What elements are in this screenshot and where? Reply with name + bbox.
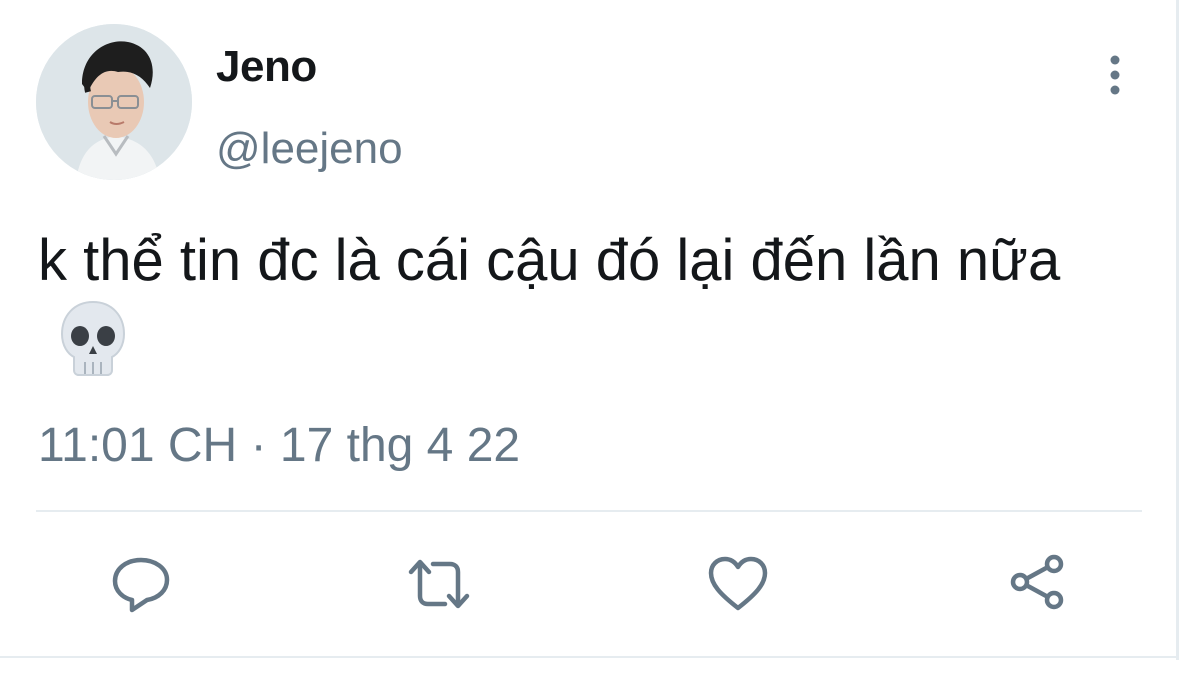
avatar[interactable]	[36, 24, 192, 180]
tweet-timestamp[interactable]: 11:01 CH · 17 thg 4 22	[38, 418, 520, 473]
tweet-date: 17 thg 4 22	[279, 419, 521, 472]
tweet-time: 11:01 CH	[38, 419, 238, 472]
more-vertical-icon	[1110, 55, 1120, 95]
like-button[interactable]	[706, 552, 770, 616]
more-options-button[interactable]	[1094, 52, 1136, 98]
bottom-divider	[0, 656, 1179, 658]
share-button[interactable]	[1006, 552, 1070, 616]
user-handle[interactable]: @leejeno	[216, 124, 403, 174]
reply-icon	[112, 557, 170, 613]
display-name[interactable]: Jeno	[216, 42, 317, 92]
skull-emoji-icon	[58, 300, 128, 376]
retweet-button[interactable]	[407, 552, 471, 616]
tweet-card: Jeno @leejeno k thể tin đc là cái cậu đó…	[0, 0, 1179, 675]
timestamp-separator: ·	[250, 419, 267, 472]
heart-icon	[708, 556, 768, 611]
actions-divider	[36, 510, 1142, 512]
tweet-text-body: k thể tin đc là cái cậu đó lại đến lần n…	[38, 228, 1061, 293]
reply-button[interactable]	[109, 552, 173, 616]
avatar-image	[36, 24, 192, 180]
share-icon	[1010, 554, 1064, 610]
tweet-text: k thể tin đc là cái cậu đó lại đến lần n…	[38, 222, 1138, 378]
retweet-icon	[408, 559, 470, 609]
